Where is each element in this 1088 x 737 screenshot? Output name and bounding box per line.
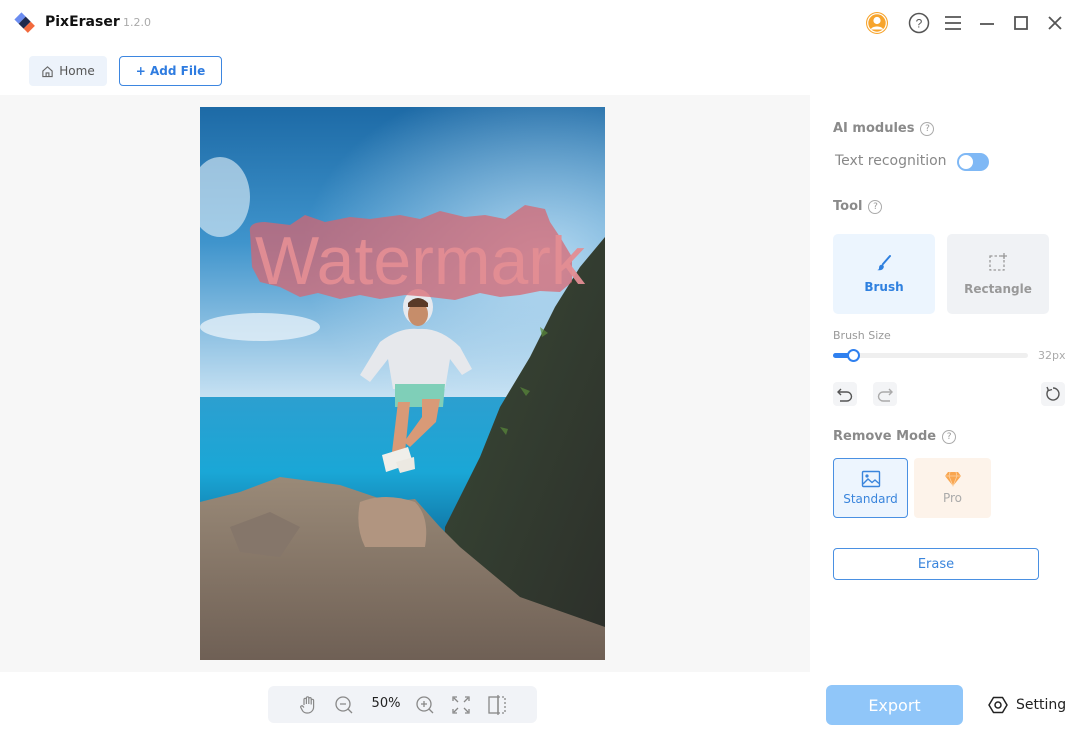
redo-icon bbox=[877, 388, 893, 402]
brush-size-thumb[interactable] bbox=[846, 349, 860, 362]
close-button[interactable] bbox=[1043, 11, 1067, 35]
export-button[interactable]: Export bbox=[826, 685, 963, 725]
zoom-toolbar: 50% bbox=[268, 686, 537, 723]
reset-icon bbox=[1046, 386, 1060, 401]
setting-button[interactable]: Setting bbox=[988, 694, 1066, 716]
compare-split-icon bbox=[488, 695, 506, 715]
brush-size-label: Brush Size bbox=[833, 329, 891, 342]
minimize-button[interactable] bbox=[975, 11, 999, 35]
text-recognition-label: Text recognition bbox=[835, 153, 947, 169]
pan-hand-button[interactable] bbox=[297, 694, 319, 716]
app-name: PixEraser bbox=[45, 14, 120, 30]
remove-mode-heading: Remove Mode ? bbox=[833, 429, 957, 444]
standard-mode-button[interactable]: Standard bbox=[833, 458, 908, 518]
undo-button[interactable] bbox=[833, 382, 857, 406]
brush-mask-overlay: Watermark bbox=[249, 205, 586, 300]
home-icon bbox=[42, 65, 53, 77]
pixeraser-app: PixEraser 1.2.0 ? Home + Add File Waterm… bbox=[0, 0, 1088, 737]
tool-help-icon[interactable]: ? bbox=[868, 199, 883, 214]
fit-screen-button[interactable] bbox=[450, 694, 472, 716]
pro-mode-button[interactable]: Pro bbox=[914, 458, 991, 518]
app-version: 1.2.0 bbox=[123, 16, 151, 29]
rectangle-select-icon bbox=[989, 253, 1007, 271]
ai-modules-heading: AI modules ? bbox=[833, 121, 935, 136]
compare-button[interactable] bbox=[486, 694, 508, 716]
home-button[interactable]: Home bbox=[29, 56, 107, 86]
account-button[interactable] bbox=[865, 11, 889, 35]
brush-tool-label: Brush bbox=[864, 280, 904, 294]
standard-mode-label: Standard bbox=[843, 492, 898, 506]
add-file-button[interactable]: + Add File bbox=[119, 56, 222, 86]
title-bar: PixEraser 1.2.0 ? bbox=[0, 0, 1088, 46]
zoom-in-button[interactable] bbox=[414, 694, 436, 716]
fullscreen-icon bbox=[452, 696, 470, 714]
zoom-in-icon bbox=[416, 696, 434, 714]
tool-heading: Tool ? bbox=[833, 199, 883, 214]
home-label: Home bbox=[59, 64, 95, 78]
toggle-knob bbox=[959, 155, 973, 169]
zoom-out-button[interactable] bbox=[333, 694, 355, 716]
watermark-text: Watermark bbox=[255, 223, 586, 299]
zoom-level: 50% bbox=[371, 696, 401, 711]
reset-button[interactable] bbox=[1041, 382, 1065, 406]
pro-mode-label: Pro bbox=[942, 491, 963, 505]
close-icon bbox=[1048, 16, 1062, 30]
help-button[interactable]: ? bbox=[907, 11, 931, 35]
brush-size-slider[interactable] bbox=[833, 349, 1028, 362]
menu-icon bbox=[945, 16, 961, 30]
brush-icon bbox=[877, 255, 891, 271]
image-icon bbox=[861, 470, 880, 488]
ai-modules-help-icon[interactable]: ? bbox=[920, 121, 935, 136]
image-canvas[interactable]: Watermark bbox=[0, 95, 810, 672]
text-recognition-toggle[interactable] bbox=[957, 153, 989, 171]
help-icon: ? bbox=[908, 12, 930, 34]
settings-panel: AI modules ? Text recognition Tool ? Bru… bbox=[810, 95, 1088, 672]
zoom-out-icon bbox=[335, 696, 353, 714]
hand-icon bbox=[300, 696, 315, 714]
setting-label: Setting bbox=[1016, 697, 1067, 713]
account-icon bbox=[866, 12, 888, 34]
photo-preview[interactable]: Watermark bbox=[200, 107, 605, 660]
rectangle-tool-label: Rectangle bbox=[964, 282, 1032, 296]
maximize-button[interactable] bbox=[1009, 11, 1033, 35]
brush-tool-button[interactable]: Brush bbox=[833, 234, 935, 314]
app-logo-icon bbox=[14, 12, 36, 34]
maximize-icon bbox=[1014, 16, 1028, 30]
svg-text:?: ? bbox=[916, 17, 923, 31]
diamond-icon bbox=[944, 471, 961, 487]
rectangle-tool-button[interactable]: Rectangle bbox=[947, 234, 1049, 314]
minimize-icon bbox=[980, 23, 994, 25]
undo-icon bbox=[837, 388, 853, 402]
erase-button[interactable]: Erase bbox=[833, 548, 1039, 580]
remove-mode-help-icon[interactable]: ? bbox=[942, 429, 957, 444]
brush-size-value: 32px bbox=[1038, 349, 1066, 362]
menu-button[interactable] bbox=[941, 11, 965, 35]
gear-icon bbox=[988, 696, 1008, 714]
redo-button[interactable] bbox=[873, 382, 897, 406]
